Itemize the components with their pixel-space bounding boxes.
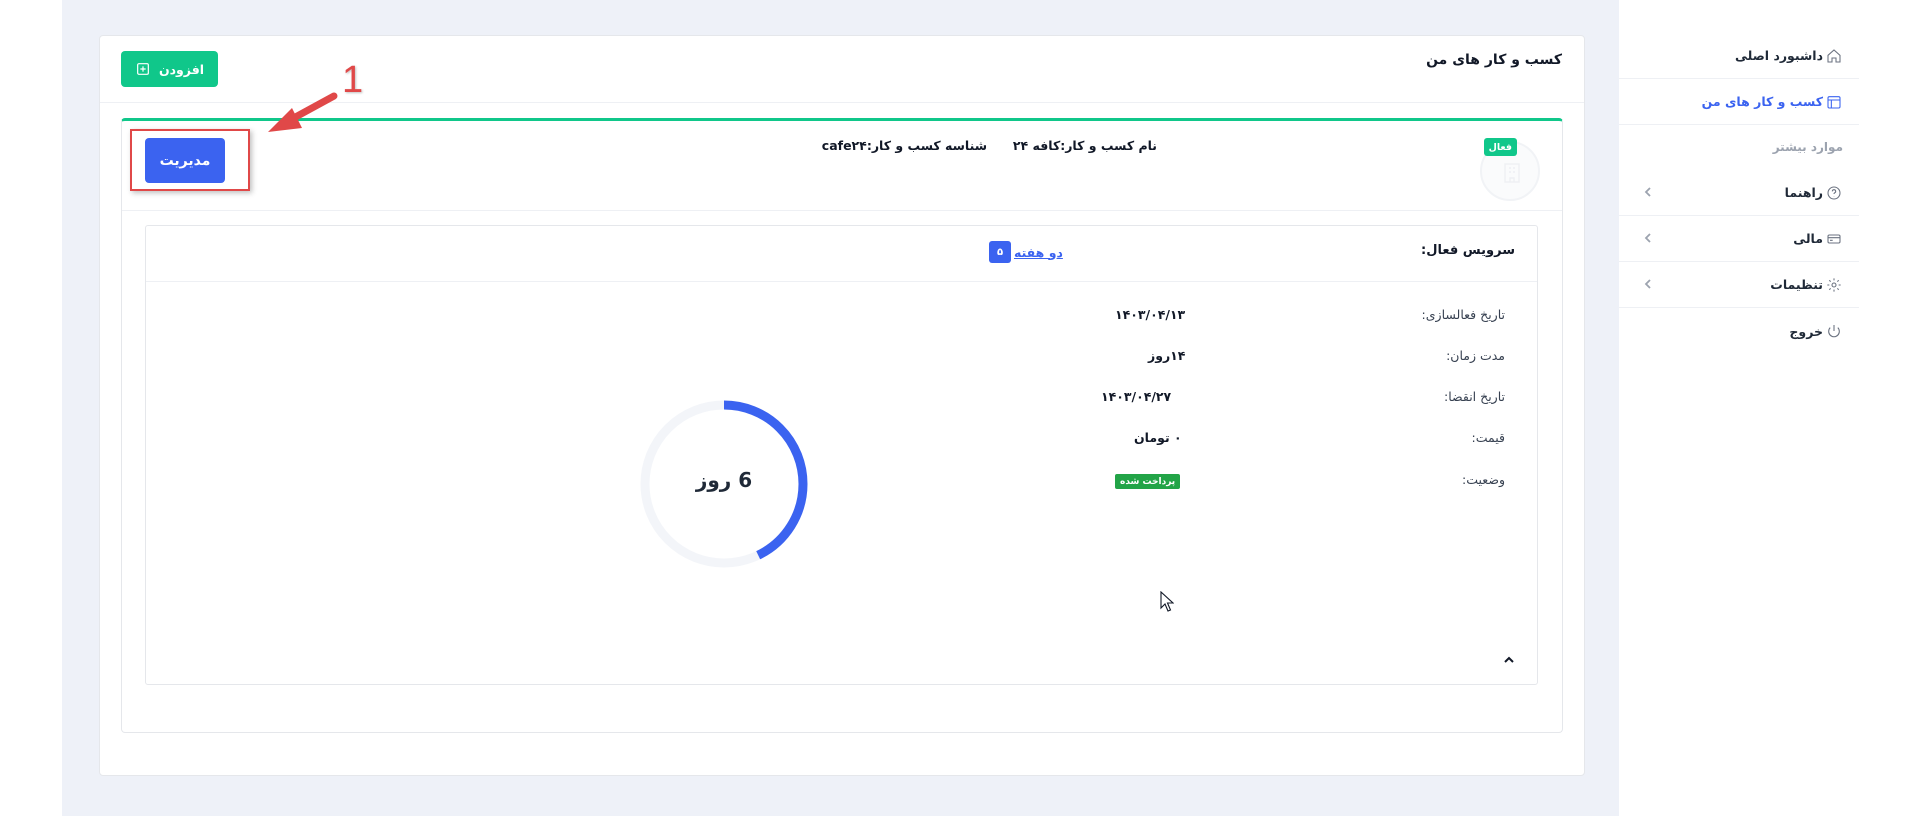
chevron-left-icon [1639,277,1653,291]
sidebar-item-help[interactable]: راهنما [1619,170,1859,216]
active-service-panel: سرویس فعال: ۵ دو هفته تاریخ فعالسازی: ۱۴… [145,225,1538,685]
payment-status-badge: پرداخت شده [1115,474,1181,489]
chevron-up-icon [1504,656,1514,663]
page-title: کسب و کار های من [1426,52,1562,68]
sidebar-item-my-businesses[interactable]: کسب و کار های من [1619,79,1859,125]
status-badge: فعال [1483,138,1517,156]
collapse-button[interactable] [1503,651,1517,665]
duration-value: ۱۴روز [1148,348,1186,363]
sidebar-item-label: تنظیمات [1770,277,1823,292]
card-icon [1825,230,1843,248]
price-row: قیمت: ۰ تومان [146,430,1537,450]
sidebar: داشبورد اصلی کسب و کار های من موارد بیشت… [1619,0,1859,832]
sidebar-item-label: مالی [1793,231,1823,246]
plan-link[interactable]: دو هفته [1014,245,1063,260]
activation-date-label: تاریخ فعالسازی: [1421,307,1505,322]
sidebar-item-dashboard[interactable]: داشبورد اصلی [1619,33,1859,79]
bottom-strip [62,816,1619,832]
price-value: ۰ تومان [1134,430,1182,445]
annotation-highlight-box [130,129,250,191]
calendar-icon [1825,93,1843,111]
business-name-value: کافه ۲۴ [1012,138,1061,153]
duration-label: مدت زمان: [1446,348,1505,363]
sidebar-item-label: داشبورد اصلی [1734,48,1823,63]
annotation-arrow-icon [268,92,338,132]
price-label: قیمت: [1471,430,1505,445]
annotation-step-number: 1 [342,59,364,101]
remaining-days-label: 6 روز [695,468,753,492]
building-icon [1504,163,1520,183]
gear-icon [1825,276,1843,294]
my-businesses-card: کسب و کار های من افزودن فعال نام کسب و ک… [99,35,1585,776]
divider [122,210,1562,211]
activation-date-value: ۱۴۰۳/۰۴/۱۳ [1115,307,1186,322]
business-id-label: شناسه کسب و کار: [866,138,987,153]
plan: ۵ دو هفته [989,241,1063,263]
sidebar-item-logout[interactable]: خروج [1619,308,1859,354]
duration-row: مدت زمان: ۱۴روز [146,348,1537,368]
payment-status-label: وضعیت: [1462,472,1505,487]
chevron-left-icon [1639,231,1653,245]
business-name: نام کسب و کار:کافه ۲۴ [1013,138,1157,153]
power-icon [1825,322,1843,340]
expiry-date-value: ۱۴۰۳/۰۴/۲۷ [1101,389,1172,404]
sidebar-item-label: خروج [1789,323,1823,339]
mouse-cursor-icon [1160,591,1174,612]
chevron-left-icon [1639,185,1653,199]
business-id-value: cafe۲۴ [821,138,867,153]
activation-date-row: تاریخ فعالسازی: ۱۴۰۳/۰۴/۱۳ [146,307,1537,327]
plus-square-icon [137,63,149,75]
home-icon [1825,47,1843,65]
business-card: فعال نام کسب و کار:کافه ۲۴ شناسه کسب و ک… [121,118,1563,733]
help-icon [1825,184,1843,202]
active-service-title: سرویس فعال: [1421,243,1515,258]
divider [146,281,1537,282]
business-id: شناسه کسب و کار:cafe۲۴ [822,138,987,153]
payment-status-row: وضعیت: پرداخت شده [146,472,1537,492]
sidebar-item-label: کسب و کار های من [1701,94,1823,109]
sidebar-more-heading: موارد بیشتر [1772,140,1843,154]
sidebar-item-label: راهنما [1784,185,1823,200]
plan-badge: ۵ [989,241,1011,263]
expiry-date-label: تاریخ انقضا: [1444,389,1505,404]
add-button-label: افزودن [158,61,205,77]
sidebar-item-settings[interactable]: تنظیمات [1619,262,1859,308]
add-business-button[interactable]: افزودن [121,51,218,87]
business-name-label: نام کسب و کار: [1060,138,1157,153]
expiry-date-row: تاریخ انقضا: ۱۴۰۳/۰۴/۲۷ [146,389,1537,409]
sidebar-item-finance[interactable]: مالی [1619,216,1859,262]
